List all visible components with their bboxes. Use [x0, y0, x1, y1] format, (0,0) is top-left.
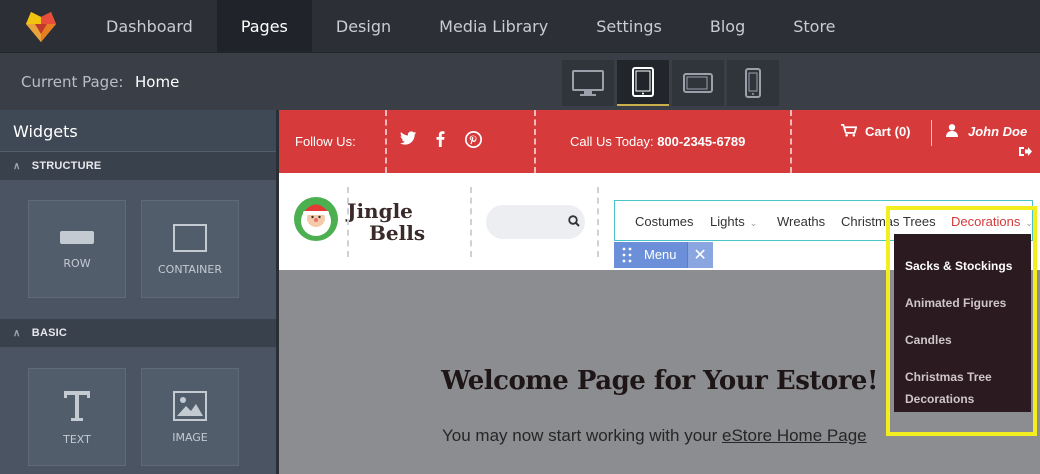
divider	[347, 187, 349, 257]
estore-home-link[interactable]: eStore Home Page	[722, 426, 867, 445]
subtext-prefix: You may now start working with your	[442, 426, 718, 445]
device-switcher	[562, 60, 779, 106]
page-canvas: Follow Us: Call Us Today: 800-2345-6789 …	[279, 110, 1040, 474]
menu-widget-tag: Menu ✕	[614, 242, 713, 268]
widget-text-label: TEXT	[63, 432, 91, 446]
dropdown-item-sacks-stockings[interactable]: Sacks & Stockings	[894, 248, 1031, 285]
brand-line-1: Jingle	[347, 199, 413, 223]
widget-row[interactable]: ROW	[28, 200, 126, 298]
structure-widgets: ROW CONTAINER	[0, 180, 276, 319]
section-basic-label: BASIC	[31, 327, 68, 339]
chevron-down-icon: ⌄	[749, 218, 758, 228]
nav-blog[interactable]: Blog	[686, 0, 769, 52]
welcome-heading: Welcome Page for Your Estore!	[441, 366, 878, 396]
brand-line-2: Bells	[369, 221, 426, 245]
widgets-title: Widgets	[0, 110, 276, 152]
chevron-up-icon: ∧	[13, 161, 21, 172]
device-desktop-button[interactable]	[562, 60, 614, 106]
section-structure-header[interactable]: ∧ STRUCTURE	[0, 152, 276, 180]
divider	[931, 120, 932, 146]
menu-item-costumes[interactable]: Costumes	[635, 214, 694, 229]
menu-item-christmas-trees[interactable]: Christmas Trees	[841, 214, 936, 229]
site-brand[interactable]: Jingle Bells	[347, 200, 425, 244]
mobile-icon	[745, 68, 761, 98]
menu-item-label: Decorations	[951, 214, 1021, 229]
search-icon[interactable]	[568, 215, 580, 227]
site-topbar: Follow Us: Call Us Today: 800-2345-6789 …	[279, 110, 1040, 173]
desktop-icon	[572, 70, 604, 96]
widget-container[interactable]: CONTAINER	[141, 200, 239, 298]
nav-media-library[interactable]: Media Library	[415, 0, 572, 52]
tablet-landscape-icon	[683, 73, 713, 93]
cart-link[interactable]: Cart (0)	[841, 124, 911, 139]
device-mobile-button[interactable]	[727, 60, 779, 106]
dropdown-item-candles[interactable]: Candles	[894, 322, 1031, 359]
logo-icon	[26, 12, 56, 42]
nav-store[interactable]: Store	[769, 0, 859, 52]
chevron-up-icon: ∧	[13, 328, 21, 339]
close-icon[interactable]: ✕	[686, 242, 713, 268]
top-navigation: Dashboard Pages Design Media Library Set…	[0, 0, 1040, 52]
image-icon	[173, 390, 207, 421]
pinterest-icon[interactable]	[465, 131, 482, 153]
divider	[790, 110, 792, 173]
nav-settings[interactable]: Settings	[572, 0, 686, 52]
widget-text[interactable]: TEXT	[28, 368, 126, 466]
logout-icon[interactable]	[1019, 146, 1032, 160]
tablet-portrait-icon	[632, 67, 654, 97]
device-tablet-landscape-button[interactable]	[672, 60, 724, 106]
user-icon	[946, 124, 958, 137]
menu-drag-handle[interactable]: Menu	[614, 242, 687, 268]
chevron-down-icon: ⌄	[1025, 218, 1033, 228]
cart-label: Cart (0)	[865, 124, 911, 139]
nav-dashboard[interactable]: Dashboard	[82, 0, 217, 52]
device-tablet-portrait-button[interactable]	[617, 60, 669, 106]
cart-icon	[841, 124, 858, 137]
current-page-label: Current Page:	[21, 73, 124, 91]
dropdown-item-animated-figures[interactable]: Animated Figures	[894, 285, 1031, 322]
section-structure-label: STRUCTURE	[31, 160, 102, 172]
section-basic-header[interactable]: ∧ BASIC	[0, 319, 276, 347]
widget-row-label: ROW	[63, 256, 91, 270]
follow-us-label: Follow Us:	[295, 134, 356, 149]
santa-logo-icon	[294, 197, 338, 241]
welcome-subtext: You may now start working with your eSto…	[442, 426, 867, 446]
container-icon	[173, 223, 207, 252]
current-page-selector[interactable]: Home	[135, 73, 179, 91]
drag-handle-icon	[622, 247, 632, 263]
divider	[597, 187, 599, 257]
menu-item-decorations[interactable]: Decorations ⌄	[951, 214, 1033, 229]
menu-item-wreaths[interactable]: Wreaths	[777, 214, 825, 229]
page-toolbar: Current Page: Home	[0, 52, 1040, 110]
basic-widgets: TEXT IMAGE	[0, 347, 276, 474]
nav-design[interactable]: Design	[312, 0, 415, 52]
nav-pages[interactable]: Pages	[216, 0, 312, 52]
twitter-icon[interactable]	[400, 131, 417, 151]
widgets-panel: Widgets ∧ STRUCTURE ROW CONTAINER ∧ BASI…	[0, 110, 276, 474]
phone-number[interactable]: 800-2345-6789	[657, 134, 745, 149]
text-icon	[64, 390, 90, 421]
call-us: Call Us Today: 800-2345-6789	[570, 134, 745, 149]
call-us-label: Call Us Today:	[570, 134, 654, 149]
user-name: John Doe	[968, 124, 1028, 139]
user-account-link[interactable]: John Doe	[946, 124, 1027, 139]
widget-image-label: IMAGE	[172, 430, 208, 444]
widget-image[interactable]: IMAGE	[141, 368, 239, 466]
menu-tag-label: Menu	[644, 247, 677, 262]
facebook-icon[interactable]	[436, 131, 445, 152]
divider	[470, 187, 472, 257]
menu-item-label: Lights	[710, 214, 745, 229]
menu-item-lights[interactable]: Lights ⌄	[710, 214, 757, 229]
app-logo[interactable]	[0, 0, 82, 52]
widget-container-label: CONTAINER	[157, 262, 223, 276]
divider	[534, 110, 536, 173]
divider	[385, 110, 387, 173]
row-icon	[60, 230, 94, 244]
